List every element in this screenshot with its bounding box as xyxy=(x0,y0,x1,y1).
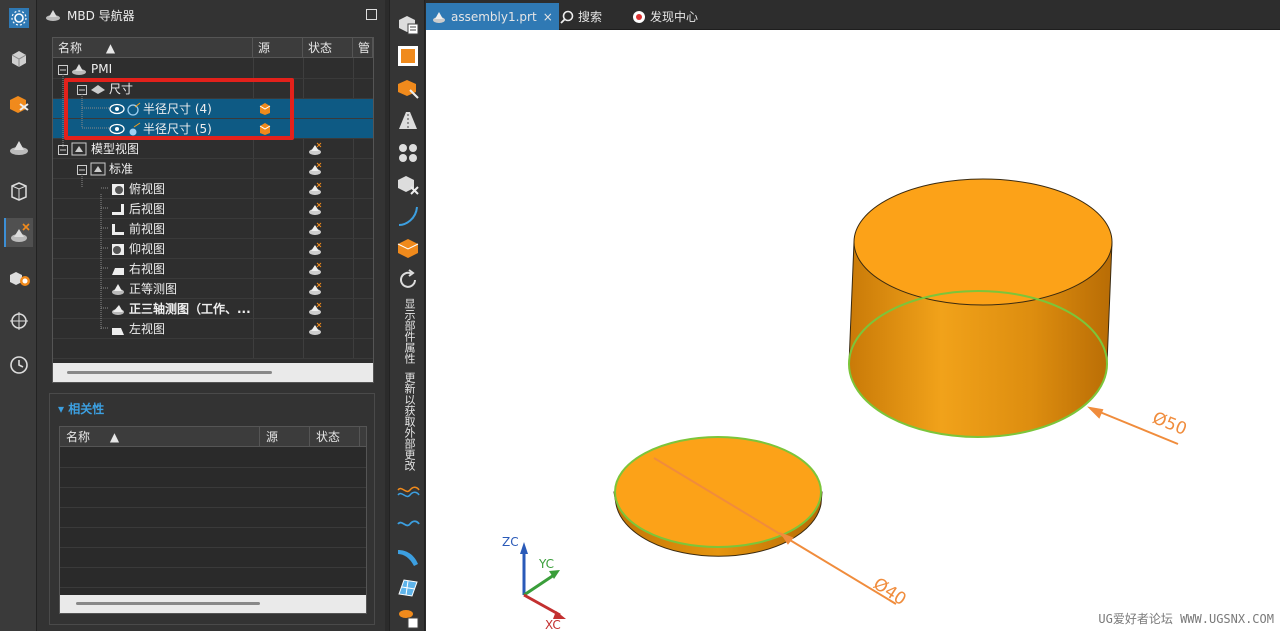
mesh-surface-icon[interactable] xyxy=(396,576,420,600)
dependencies-title[interactable]: ▾ 相关性 xyxy=(58,400,104,417)
tree-label: 正三轴测图（工作、... xyxy=(129,302,251,316)
mbd-navigator-icon[interactable] xyxy=(4,218,33,247)
tree-header: 名称 ▲ 源 状态 管 xyxy=(53,38,373,58)
vertical-toolbar: 显示部件属性 更新以获取外部更改 xyxy=(389,0,425,631)
nx-window: MBD 导航器 名称 ▲ 源 状态 管 PMI 尺寸 半径尺寸 (4) 半径尺寸… xyxy=(0,0,1280,631)
history-icon[interactable] xyxy=(4,350,33,379)
update-part-icon[interactable] xyxy=(396,76,420,100)
tree-label: 后视图 xyxy=(129,202,166,216)
column-source[interactable]: 源 xyxy=(260,427,310,447)
status-view-icon xyxy=(308,302,322,319)
part-file-icon xyxy=(433,11,445,23)
refresh-icon[interactable] xyxy=(396,268,420,292)
delete-body-icon[interactable] xyxy=(396,172,420,196)
navigator-header: MBD 导航器 xyxy=(37,0,385,30)
dependencies-row xyxy=(60,568,366,588)
role-icon[interactable] xyxy=(4,263,33,292)
solid-body-icon[interactable] xyxy=(396,236,420,260)
dependencies-row xyxy=(60,528,366,548)
dependencies-panel: ▾ 相关性 名称 ▲ 源 状态 xyxy=(49,393,375,625)
sort-up-icon: ▲ xyxy=(105,41,116,55)
column-source[interactable]: 源 xyxy=(253,38,303,58)
navigator-title: MBD 导航器 xyxy=(67,8,135,23)
curve-icon[interactable] xyxy=(396,204,420,228)
status-view-icon xyxy=(308,162,322,179)
discovery-icon xyxy=(633,10,645,23)
offset-curve-icon[interactable] xyxy=(396,512,420,536)
tab-assembly1[interactable]: assembly1.prt × xyxy=(426,3,559,30)
dependencies-row xyxy=(60,488,366,508)
document-tab-bar: assembly1.prt × 搜索 发现中心 xyxy=(426,0,1280,30)
settings-icon[interactable] xyxy=(4,3,33,32)
show-part-properties-label[interactable]: 显示部件属性 xyxy=(401,298,417,364)
dependencies-row xyxy=(60,508,366,528)
status-view-icon xyxy=(308,262,322,279)
color-swatch-icon[interactable] xyxy=(396,44,420,68)
column-name[interactable]: 名称 ▲ xyxy=(60,427,260,447)
axis-label-z: ZC xyxy=(502,535,519,549)
tab-discovery-center[interactable]: 发现中心 xyxy=(632,3,698,30)
dependencies-table: 名称 ▲ 源 状态 xyxy=(59,426,367,614)
expand-arrow-icon: ▾ xyxy=(58,402,65,416)
resource-bar xyxy=(0,0,37,631)
dependencies-row xyxy=(60,468,366,488)
assembly-navigator-icon[interactable] xyxy=(4,43,33,72)
reuse-library-icon[interactable] xyxy=(4,176,33,205)
dependencies-header: 名称 ▲ 源 状态 xyxy=(60,427,366,447)
search-icon xyxy=(560,10,574,24)
column-name[interactable]: 名称 ▲ xyxy=(53,38,253,58)
status-view-icon xyxy=(308,182,322,199)
web-browser-icon[interactable] xyxy=(4,306,33,335)
column-manage[interactable]: 管 xyxy=(353,38,373,58)
tree-label: 前视图 xyxy=(129,222,166,236)
model-canvas xyxy=(520,178,1179,619)
tab-search[interactable]: 搜索 xyxy=(560,3,602,30)
pattern-icon[interactable] xyxy=(396,140,420,164)
mbd-icon xyxy=(46,10,60,21)
status-view-icon xyxy=(308,282,322,299)
assembly-part-icon[interactable] xyxy=(396,606,420,630)
update-external-changes-label[interactable]: 更新以获取外部更改 xyxy=(401,372,417,471)
status-view-icon xyxy=(308,222,322,239)
axis-label-y: YC xyxy=(539,557,555,571)
watermark: UG爱好者论坛 WWW.UGSNX.COM xyxy=(1098,612,1274,626)
status-view-icon xyxy=(308,142,322,159)
status-view-icon xyxy=(308,322,322,339)
column-status[interactable]: 状态 xyxy=(303,38,353,58)
column-status[interactable]: 状态 xyxy=(310,427,360,447)
dependencies-row xyxy=(60,548,366,568)
wave-curve-icon[interactable] xyxy=(396,480,420,504)
tree-label: 左视图 xyxy=(129,322,166,336)
tree-label: 正等测图 xyxy=(129,282,178,296)
tree-label: 仰视图 xyxy=(129,242,166,256)
tree-label: 右视图 xyxy=(129,262,166,276)
sort-up-icon: ▲ xyxy=(109,430,120,444)
part-properties-icon[interactable] xyxy=(396,12,420,36)
surface-icon[interactable] xyxy=(396,544,420,568)
dependencies-row xyxy=(60,448,366,468)
status-view-icon xyxy=(308,242,322,259)
close-tab-icon[interactable]: × xyxy=(543,10,553,24)
part-navigator-icon[interactable] xyxy=(4,132,33,161)
large-cylinder[interactable] xyxy=(848,178,1113,438)
status-view-icon xyxy=(308,202,322,219)
tree-label: 俯视图 xyxy=(129,182,166,196)
axis-label-x: XC xyxy=(545,618,561,631)
tree-scrollbar[interactable] xyxy=(53,363,373,382)
road-view-icon[interactable] xyxy=(396,108,420,132)
graphics-window[interactable]: Ø50 Ø40 ZC YC XC UG爱好者论坛 WWW.UGSNX.COM xyxy=(426,30,1280,631)
axis-triad xyxy=(520,542,566,619)
maximize-icon[interactable] xyxy=(366,9,377,20)
dependencies-scrollbar[interactable] xyxy=(60,595,366,613)
constraint-navigator-icon[interactable] xyxy=(4,88,33,117)
highlight-box xyxy=(64,78,294,140)
